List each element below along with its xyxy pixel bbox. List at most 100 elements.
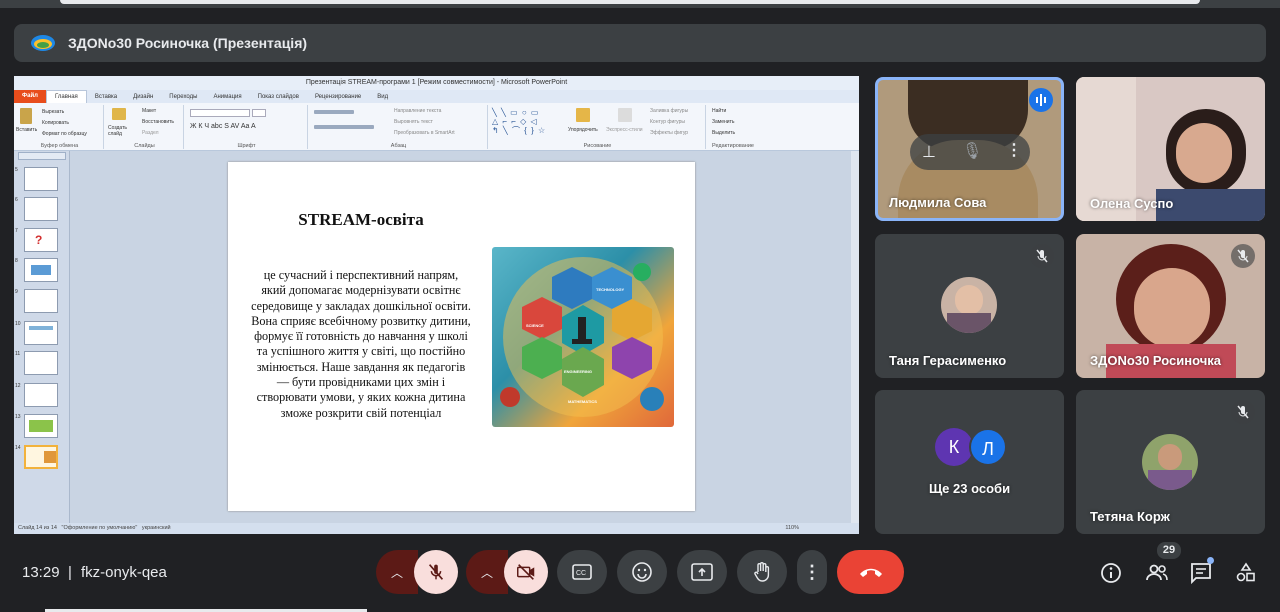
- participant-tile[interactable]: Тетяна Корж: [1076, 390, 1265, 534]
- tab-file[interactable]: Файл: [14, 90, 46, 103]
- ribbon-group-drawing: ╲ ╲ ▭ ○ ▭ △ ⌐ ⌐ ◇ ◁ ↰ ╲ ⌒ { } ☆ Упорядочит…: [490, 105, 706, 149]
- present-now-button[interactable]: [677, 550, 727, 594]
- camera-toggle-button[interactable]: [504, 550, 548, 594]
- slide-thumbnail[interactable]: [24, 321, 58, 345]
- smartart-button[interactable]: Преобразовать в SmartArt: [394, 130, 455, 136]
- current-slide[interactable]: STREAM-освіта це сучасний і перспективни…: [228, 162, 695, 511]
- section-button[interactable]: Раздел: [142, 130, 159, 136]
- participant-name: Тетяна Корж: [1090, 509, 1170, 524]
- quick-styles-button[interactable]: Экспресс-стили: [606, 127, 643, 133]
- shapes-gallery[interactable]: ╲ ╲ ▭ ○ ▭ △ ⌐ ⌐ ◇ ◁ ↰ ╲ ⌒ { } ☆: [492, 108, 560, 138]
- slide-thumbnail[interactable]: ?: [24, 228, 58, 252]
- font-name-select[interactable]: [190, 109, 250, 117]
- find-button[interactable]: Найти: [712, 108, 726, 114]
- participant-tile-speaking[interactable]: ⊥ 🎙 ⋮ Людмила Сова: [875, 77, 1064, 221]
- tab-insert[interactable]: Вставка: [87, 94, 125, 100]
- thumbnail-number: 8: [15, 258, 18, 264]
- list-buttons[interactable]: [314, 110, 354, 114]
- separator: |: [68, 564, 72, 581]
- tile-hover-controls: ⊥ 🎙 ⋮: [910, 134, 1030, 170]
- tab-design[interactable]: Дизайн: [125, 94, 161, 100]
- thumbnail-number: 9: [15, 289, 18, 295]
- thumbnail-panel-tabs[interactable]: [18, 152, 66, 160]
- captions-button[interactable]: CC: [557, 550, 607, 594]
- shape-outline-button[interactable]: Контур фигуры: [650, 119, 685, 125]
- font-format-buttons[interactable]: Ж К Ч abc S AV Aa A: [190, 123, 256, 130]
- ppt-ribbon-tabs: Файл Главная Вставка Дизайн Переходы Ани…: [14, 90, 859, 103]
- leave-call-button[interactable]: [837, 550, 904, 594]
- mic-icon[interactable]: 🎙: [962, 141, 982, 161]
- slide-thumbnail-selected[interactable]: [24, 445, 58, 469]
- cut-button[interactable]: Вырезать: [42, 109, 64, 115]
- thumbnail-number: 5: [15, 167, 18, 173]
- thumbnail-number: 7: [15, 228, 18, 234]
- pin-icon[interactable]: ⊥: [922, 142, 936, 162]
- muted-mic-icon: [1231, 400, 1255, 424]
- arrange-button[interactable]: Упорядочить: [568, 127, 598, 133]
- replace-button[interactable]: Заменить: [712, 119, 734, 125]
- participant-name: Людмила Сова: [889, 195, 987, 210]
- slide-thumbnail[interactable]: [24, 289, 58, 313]
- tab-transitions[interactable]: Переходы: [161, 94, 205, 100]
- shape-fill-button[interactable]: Заливка фигуры: [650, 108, 688, 114]
- slide-thumbnail[interactable]: [24, 197, 58, 221]
- image-label-mathematics: MATHEMATICS: [568, 399, 597, 404]
- ppt-status-bar: Слайд 14 из 14 "Оформление по умолчанию"…: [14, 523, 859, 534]
- ribbon-group-editing: Найти Заменить Выделить Редактирование: [708, 105, 758, 149]
- tab-home[interactable]: Главная: [45, 90, 87, 103]
- align-text-button[interactable]: Выровнять текст: [394, 119, 433, 125]
- end-call-icon: [859, 568, 882, 577]
- video-options-button[interactable]: ︿: [466, 550, 508, 594]
- copy-button[interactable]: Копировать: [42, 120, 69, 126]
- participant-tile[interactable]: ЗДОNo30 Росиночка: [1076, 234, 1265, 378]
- microphone-toggle-button[interactable]: [414, 550, 458, 594]
- participant-tile-others[interactable]: К Л Ще 23 особи: [875, 390, 1064, 534]
- slide-thumbnail[interactable]: [24, 414, 58, 438]
- slide-thumbnail[interactable]: [24, 167, 58, 191]
- raise-hand-button[interactable]: [737, 550, 787, 594]
- new-slide-icon[interactable]: [112, 108, 126, 120]
- slide-thumbnail[interactable]: [24, 351, 58, 375]
- chevron-up-icon: ︿: [390, 565, 403, 580]
- arrange-icon[interactable]: [576, 108, 590, 122]
- camera-off-icon: [517, 564, 535, 580]
- layout-button[interactable]: Макет: [142, 108, 156, 114]
- paste-button[interactable]: Вставить: [16, 127, 37, 133]
- status-zoom[interactable]: 110%: [785, 523, 799, 534]
- text-direction-button[interactable]: Направление текста: [394, 108, 441, 114]
- slide-thumbnail[interactable]: [24, 383, 58, 407]
- chat-notification-dot: [1207, 557, 1214, 564]
- format-painter-button[interactable]: Формат по образцу: [42, 131, 87, 137]
- thumbnail-number: 14: [15, 445, 21, 451]
- svg-text:CC: CC: [576, 570, 586, 577]
- participant-tile[interactable]: Олена Суспо: [1076, 77, 1265, 221]
- meeting-details-icon[interactable]: [1099, 561, 1123, 585]
- group-label-paragraph: Абзац: [390, 143, 407, 149]
- paste-icon[interactable]: [20, 108, 32, 124]
- chat-icon[interactable]: [1189, 561, 1213, 585]
- activities-icon[interactable]: [1234, 561, 1258, 585]
- audio-options-button[interactable]: ︿: [376, 550, 418, 594]
- participant-tile[interactable]: Таня Герасименко: [875, 234, 1064, 378]
- people-icon[interactable]: [1145, 561, 1169, 585]
- more-options-button[interactable]: ⋮: [797, 550, 827, 594]
- meeting-code[interactable]: fkz-onyk-qea: [81, 564, 167, 581]
- shape-effects-button[interactable]: Эффекты фигур: [650, 130, 688, 136]
- emoji-icon: [632, 562, 652, 582]
- ribbon-group-paragraph: Направление текста Выровнять текст Преоб…: [310, 105, 488, 149]
- emoji-reactions-button[interactable]: [617, 550, 667, 594]
- select-button[interactable]: Выделить: [712, 130, 735, 136]
- tab-view[interactable]: Вид: [369, 94, 396, 100]
- font-size-select[interactable]: [252, 109, 266, 117]
- quick-styles-icon[interactable]: [618, 108, 632, 122]
- more-options-icon[interactable]: ⋮: [1006, 140, 1022, 160]
- ribbon-group-font: Ж К Ч abc S AV Aa A Шрифт: [186, 105, 308, 149]
- slide-thumbnail[interactable]: [24, 258, 58, 282]
- align-buttons[interactable]: [314, 125, 374, 129]
- new-slide-button[interactable]: Создать слайд: [108, 125, 132, 137]
- tab-slideshow[interactable]: Показ слайдов: [250, 94, 307, 100]
- tab-review[interactable]: Рецензирование: [307, 94, 369, 100]
- tab-animations[interactable]: Анимация: [205, 94, 249, 100]
- reset-button[interactable]: Восстановить: [142, 119, 174, 125]
- vertical-scrollbar[interactable]: [851, 151, 859, 523]
